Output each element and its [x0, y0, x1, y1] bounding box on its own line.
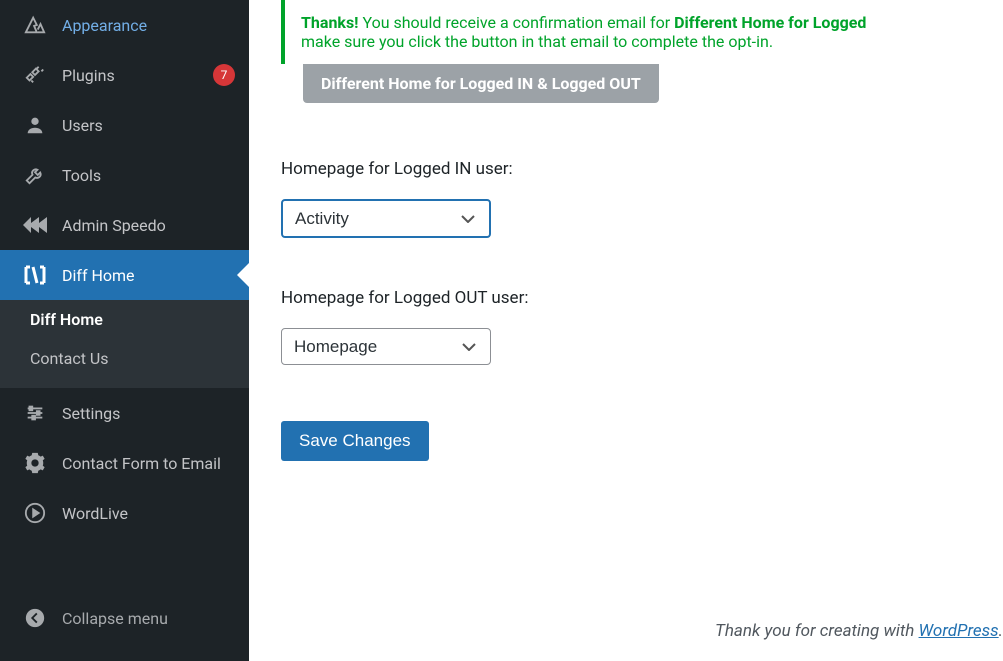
diffhome-icon — [22, 262, 48, 288]
notice-prefix: Thanks! — [301, 13, 359, 32]
sidebar-item-label: Settings — [62, 404, 235, 423]
logged-in-label: Homepage for Logged IN user: — [281, 159, 1003, 179]
sidebar-item-label: Diff Home — [62, 266, 235, 285]
sidebar-item-contact-form[interactable]: Contact Form to Email — [0, 438, 249, 488]
settings-icon — [22, 400, 48, 426]
tab-different-home[interactable]: Different Home for Logged IN & Logged OU… — [303, 64, 659, 103]
footer-credit: Thank you for creating with WordPress. — [715, 621, 1003, 641]
logged-out-select[interactable]: Homepage — [281, 328, 491, 365]
sidebar-item-label: Tools — [62, 166, 235, 185]
sidebar-item-diff-home[interactable]: Diff Home — [0, 250, 249, 300]
sidebar-item-admin-speedo[interactable]: Admin Speedo — [0, 200, 249, 250]
appearance-icon — [22, 12, 48, 38]
speedo-icon — [22, 212, 48, 238]
notice-highlight: Different Home for Logged — [674, 13, 866, 32]
sidebar-item-settings[interactable]: Settings — [0, 388, 249, 438]
collapse-menu-button[interactable]: Collapse menu — [0, 593, 249, 643]
sidebar-item-label: Admin Speedo — [62, 216, 235, 235]
notice-text-before: You should receive a confirmation email … — [359, 13, 675, 32]
sidebar-item-label: Users — [62, 116, 235, 135]
tab-bar: Different Home for Logged IN & Logged OU… — [303, 64, 1003, 103]
notice-text-after: make sure you click the button in that e… — [301, 32, 773, 51]
admin-sidebar: Appearance Plugins 7 Users Tools Admin S… — [0, 0, 249, 661]
footer-wordpress-link[interactable]: WordPress — [919, 621, 999, 641]
form-section-logged-out: Homepage for Logged OUT user: Homepage — [281, 288, 1003, 365]
play-icon — [22, 500, 48, 526]
footer-period: . — [999, 621, 1003, 641]
save-button[interactable]: Save Changes — [281, 421, 429, 461]
sidebar-item-plugins[interactable]: Plugins 7 — [0, 50, 249, 100]
sidebar-item-label: Contact Form to Email — [62, 454, 235, 473]
submenu-item-diff-home[interactable]: Diff Home — [0, 300, 249, 339]
main-content: Thanks! You should receive a confirmatio… — [249, 0, 1003, 661]
sidebar-item-appearance[interactable]: Appearance — [0, 0, 249, 50]
submenu-item-contact-us[interactable]: Contact Us — [0, 339, 249, 378]
logged-in-select[interactable]: Activity — [281, 199, 491, 238]
sidebar-item-label: Plugins — [62, 66, 207, 85]
gear-icon — [22, 450, 48, 476]
plugins-icon — [22, 62, 48, 88]
collapse-label: Collapse menu — [62, 609, 235, 628]
users-icon — [22, 112, 48, 138]
sidebar-submenu: Diff Home Contact Us — [0, 300, 249, 388]
sidebar-item-tools[interactable]: Tools — [0, 150, 249, 200]
sidebar-item-label: Appearance — [62, 16, 235, 35]
form-section-logged-in: Homepage for Logged IN user: Activity — [281, 159, 1003, 238]
collapse-icon — [22, 605, 48, 631]
success-notice: Thanks! You should receive a confirmatio… — [281, 0, 1003, 64]
plugins-update-badge: 7 — [213, 64, 235, 86]
sidebar-item-wordlive[interactable]: WordLive — [0, 488, 249, 538]
sidebar-item-users[interactable]: Users — [0, 100, 249, 150]
sidebar-item-label: WordLive — [62, 504, 235, 523]
footer-text: Thank you for creating with — [715, 621, 919, 641]
logged-out-label: Homepage for Logged OUT user: — [281, 288, 1003, 308]
tools-icon — [22, 162, 48, 188]
